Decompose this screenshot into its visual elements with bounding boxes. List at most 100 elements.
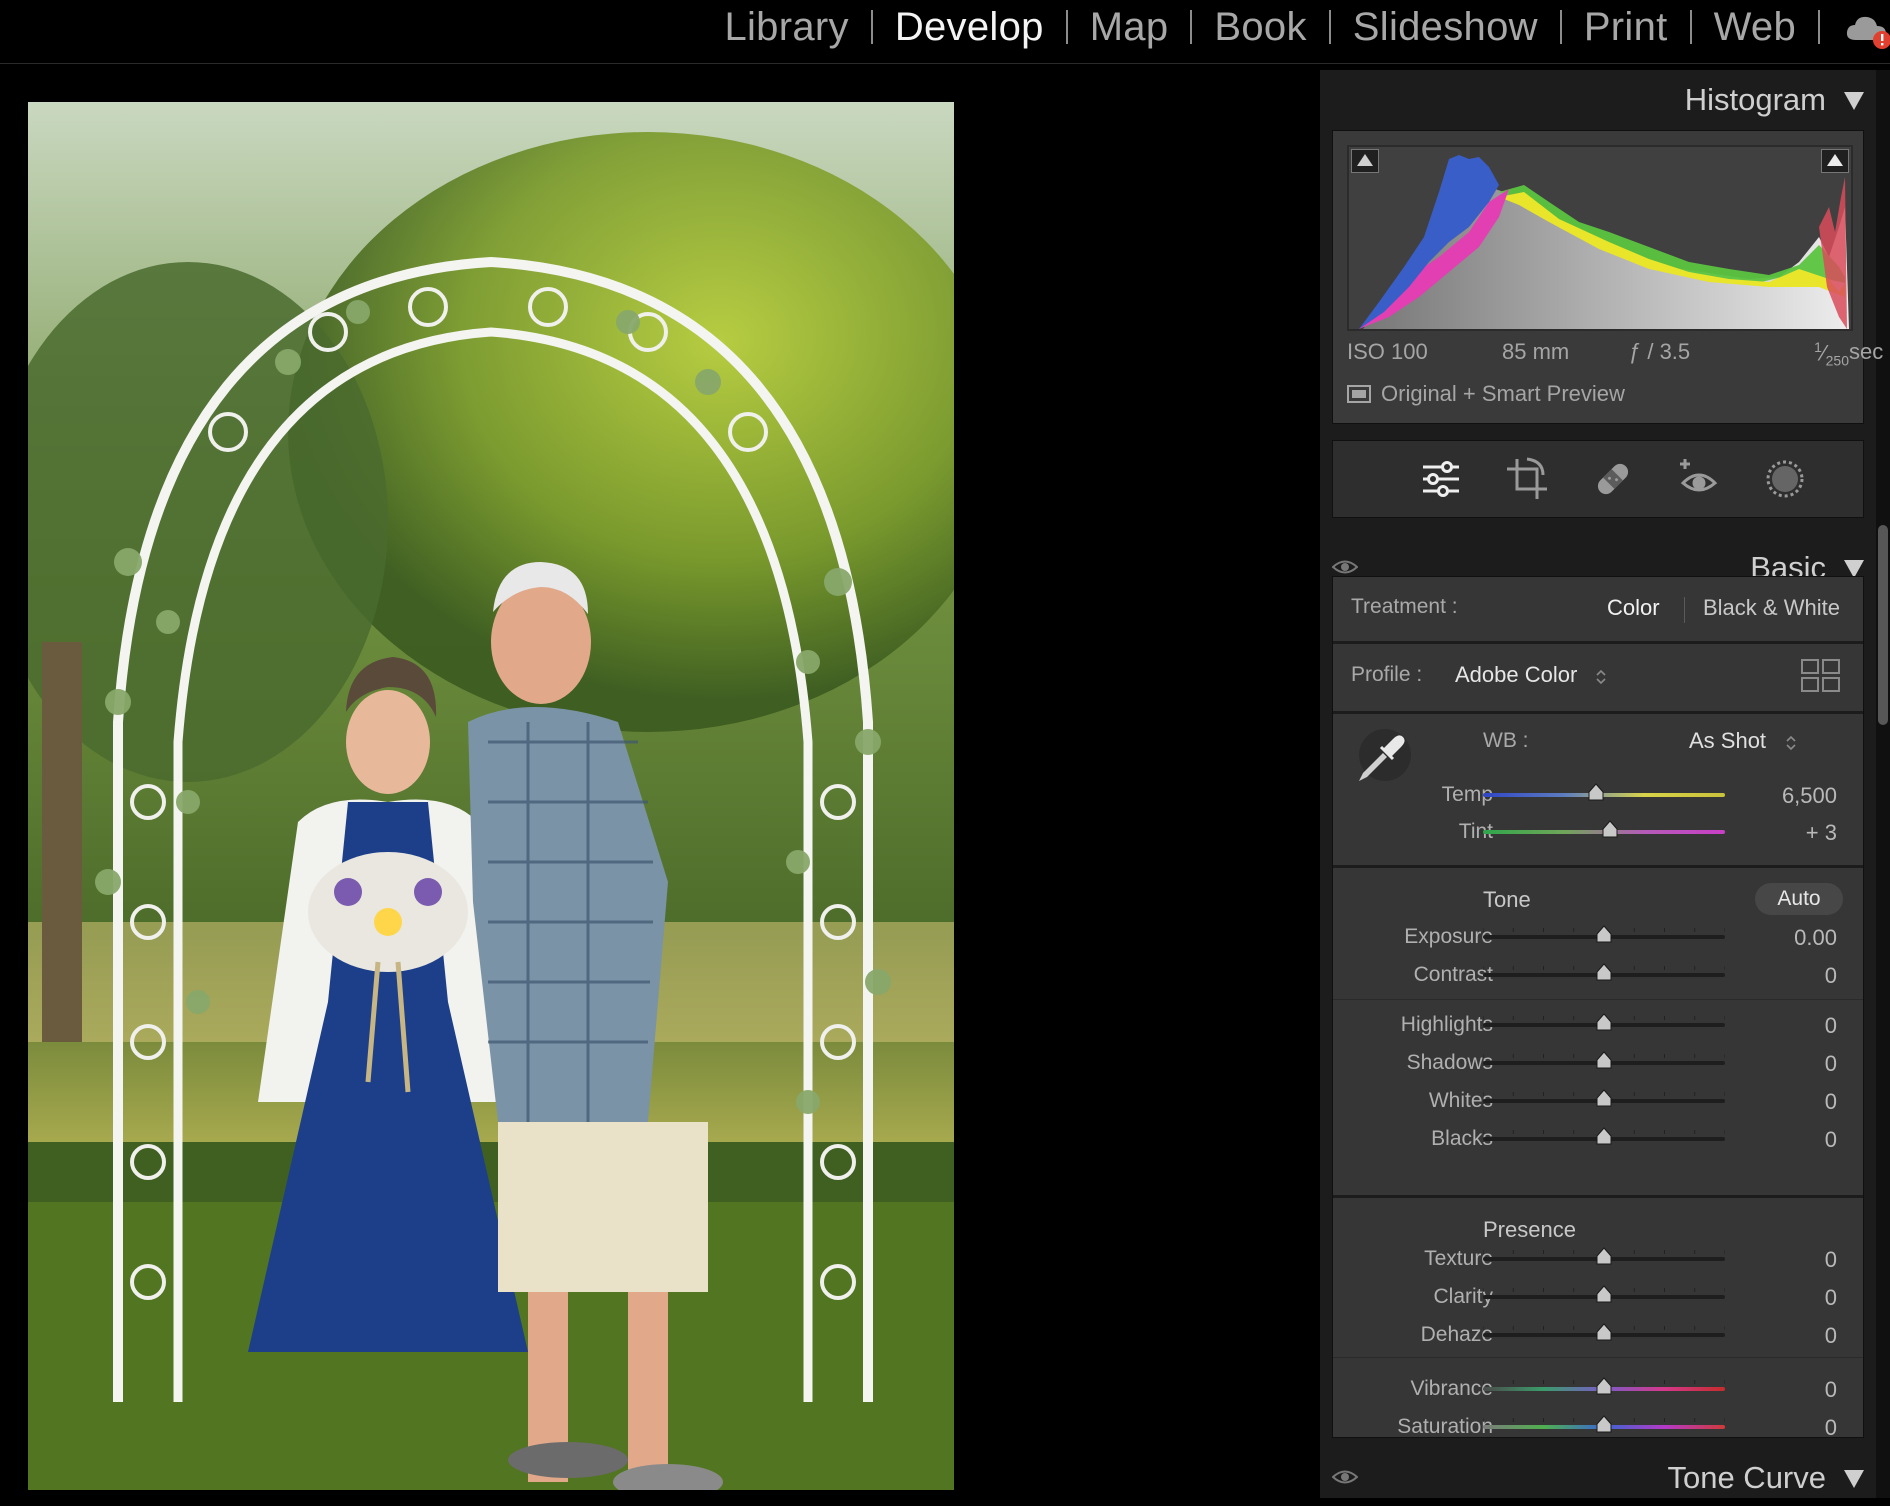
module-separator bbox=[1818, 10, 1820, 44]
divider bbox=[1333, 1195, 1863, 1198]
module-web[interactable]: Web bbox=[1692, 5, 1818, 50]
wb-dropdown[interactable]: As Shot bbox=[1689, 728, 1766, 754]
exif-info: ISO 100 85 mm ƒ / 3.5 1⁄250 sec bbox=[1347, 339, 1884, 369]
shutter-unit: sec bbox=[1849, 339, 1884, 364]
blacks-value[interactable]: 0 bbox=[1767, 1127, 1837, 1153]
exposure-slider-thumb[interactable] bbox=[1596, 925, 1612, 943]
highlights-value[interactable]: 0 bbox=[1767, 1013, 1837, 1039]
red-eye-icon[interactable] bbox=[1675, 455, 1723, 503]
shadows-value[interactable]: 0 bbox=[1767, 1051, 1837, 1077]
basic-panel: Treatment : Color Black & White Profile … bbox=[1332, 576, 1864, 1441]
texture-slider-thumb[interactable] bbox=[1596, 1247, 1612, 1265]
module-library[interactable]: Library bbox=[702, 5, 870, 50]
smart-preview-status[interactable]: Original + Smart Preview bbox=[1347, 381, 1625, 407]
module-slideshow[interactable]: Slideshow bbox=[1331, 5, 1560, 50]
exposure-value[interactable]: 0.00 bbox=[1767, 925, 1837, 951]
module-map[interactable]: Map bbox=[1068, 5, 1191, 50]
vibrance-slider-thumb[interactable] bbox=[1596, 1377, 1612, 1395]
vibrance-label: Vibrance bbox=[1410, 1377, 1493, 1400]
texture-label: Texture bbox=[1424, 1247, 1493, 1270]
divider bbox=[1333, 999, 1863, 1000]
profile-browser-icon[interactable] bbox=[1801, 659, 1841, 693]
dehaze-slider-thumb[interactable] bbox=[1596, 1323, 1612, 1341]
highlights-label: Highlights bbox=[1400, 1013, 1493, 1036]
tone-curve-title: Tone Curve bbox=[1667, 1460, 1826, 1495]
photo-image bbox=[28, 102, 954, 1490]
shutter-denominator: 250 bbox=[1825, 352, 1849, 369]
eye-icon[interactable] bbox=[1332, 1468, 1358, 1486]
eyedropper-icon[interactable] bbox=[1353, 725, 1413, 785]
saturation-slider-thumb[interactable] bbox=[1596, 1415, 1612, 1433]
treatment-color-option[interactable]: Color bbox=[1607, 595, 1660, 621]
shadows-label: Shadows bbox=[1406, 1051, 1493, 1074]
chevron-updown-icon[interactable] bbox=[1595, 669, 1607, 685]
dehaze-label: Dehaze bbox=[1420, 1323, 1493, 1346]
clarity-slider-thumb[interactable] bbox=[1596, 1285, 1612, 1303]
treatment-bw-option[interactable]: Black & White bbox=[1703, 595, 1840, 621]
photo-canvas[interactable] bbox=[28, 102, 954, 1490]
module-picker: Library Develop Map Book Slideshow Print… bbox=[702, 0, 1820, 54]
aperture-value: ƒ / 3.5 bbox=[1629, 339, 1691, 364]
divider bbox=[1333, 641, 1863, 644]
preview-icon bbox=[1347, 385, 1371, 403]
contrast-label: Contrast bbox=[1413, 963, 1493, 986]
panel-scrollbar[interactable] bbox=[1876, 70, 1890, 1498]
collapse-triangle-icon[interactable] bbox=[1844, 92, 1864, 110]
whites-value[interactable]: 0 bbox=[1767, 1089, 1837, 1115]
clarity-value[interactable]: 0 bbox=[1767, 1285, 1837, 1311]
temp-value[interactable]: 6,500 bbox=[1767, 783, 1837, 809]
shadow-clipping-toggle[interactable] bbox=[1351, 149, 1379, 173]
module-print[interactable]: Print bbox=[1562, 5, 1690, 50]
shadows-slider-thumb[interactable] bbox=[1596, 1051, 1612, 1069]
module-book[interactable]: Book bbox=[1192, 5, 1328, 50]
shutter-speed-value: 1⁄250 sec bbox=[1814, 339, 1884, 369]
divider bbox=[1333, 711, 1863, 714]
module-develop[interactable]: Develop bbox=[873, 5, 1066, 50]
collapse-triangle-icon[interactable] bbox=[1844, 1470, 1864, 1488]
exposure-label: Exposure bbox=[1404, 925, 1493, 948]
tint-value[interactable]: + 3 bbox=[1767, 820, 1837, 846]
highlights-slider-thumb[interactable] bbox=[1596, 1013, 1612, 1031]
tone-label: Tone bbox=[1483, 887, 1531, 912]
whites-slider-thumb[interactable] bbox=[1596, 1089, 1612, 1107]
vibrance-value[interactable]: 0 bbox=[1767, 1377, 1837, 1403]
panel-scroll-thumb[interactable] bbox=[1878, 525, 1888, 725]
cloud-alert-icon[interactable] bbox=[1844, 10, 1890, 50]
texture-value[interactable]: 0 bbox=[1767, 1247, 1837, 1273]
treatment-label: Treatment : bbox=[1351, 595, 1458, 618]
module-bar: Library Develop Map Book Slideshow Print… bbox=[0, 0, 1890, 64]
presence-label: Presence bbox=[1483, 1217, 1576, 1242]
crop-icon[interactable] bbox=[1503, 455, 1551, 503]
divider bbox=[1333, 1357, 1863, 1358]
chevron-updown-icon[interactable] bbox=[1785, 735, 1797, 751]
whites-label: Whites bbox=[1428, 1089, 1493, 1112]
healing-icon[interactable] bbox=[1589, 455, 1637, 503]
profile-dropdown[interactable]: Adobe Color bbox=[1455, 662, 1577, 688]
auto-tone-button[interactable]: Auto bbox=[1755, 883, 1843, 915]
clarity-label: Clarity bbox=[1433, 1285, 1493, 1308]
blacks-slider-thumb[interactable] bbox=[1596, 1127, 1612, 1145]
tint-slider-thumb[interactable] bbox=[1602, 820, 1618, 838]
eye-icon[interactable] bbox=[1332, 558, 1358, 576]
profile-label: Profile : bbox=[1351, 663, 1423, 686]
dehaze-value[interactable]: 0 bbox=[1767, 1323, 1837, 1349]
contrast-slider-thumb[interactable] bbox=[1596, 963, 1612, 981]
saturation-label: Saturation bbox=[1397, 1415, 1493, 1438]
wb-label: WB : bbox=[1483, 729, 1529, 752]
contrast-value[interactable]: 0 bbox=[1767, 963, 1837, 989]
blacks-label: Blacks bbox=[1431, 1127, 1493, 1150]
saturation-value[interactable]: 0 bbox=[1767, 1415, 1837, 1441]
temp-slider-thumb[interactable] bbox=[1588, 783, 1604, 801]
highlight-clipping-toggle[interactable] bbox=[1821, 149, 1849, 173]
treatment-separator bbox=[1684, 597, 1685, 623]
temp-slider-track[interactable] bbox=[1483, 793, 1725, 797]
histogram-header[interactable]: Histogram bbox=[1320, 72, 1876, 128]
histogram-title: Histogram bbox=[1684, 82, 1826, 117]
preview-label: Original + Smart Preview bbox=[1381, 381, 1625, 406]
tool-strip bbox=[1332, 440, 1864, 518]
sliders-icon[interactable] bbox=[1417, 455, 1465, 503]
masking-icon[interactable] bbox=[1761, 455, 1809, 503]
iso-value: ISO 100 bbox=[1347, 339, 1428, 364]
temp-label: Temp bbox=[1441, 783, 1493, 806]
histogram-graph[interactable] bbox=[1347, 145, 1853, 331]
